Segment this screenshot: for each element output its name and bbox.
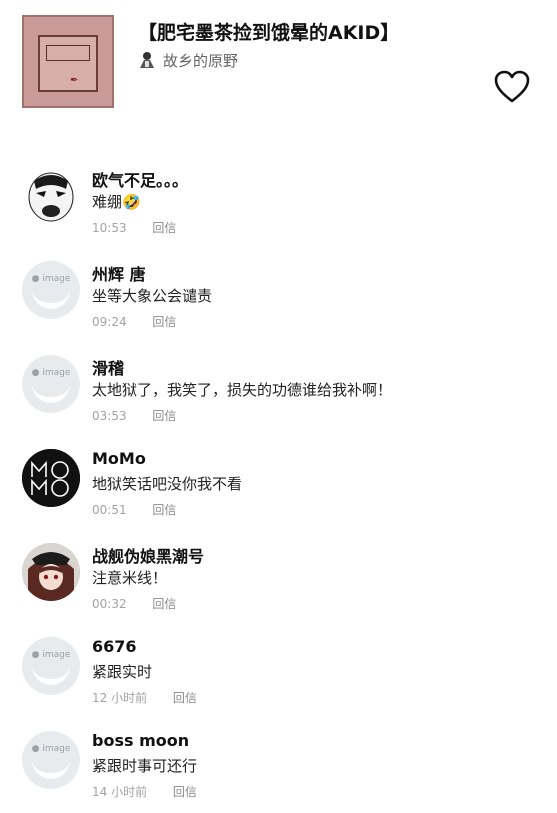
comment-item: ● image 6676 紧跟实时 12 小时前 回信 <box>0 625 557 719</box>
placeholder-smile-shape <box>32 369 70 403</box>
comment-text: 坐等大象公会谴责 <box>92 287 213 305</box>
avatar-placeholder[interactable]: ● image <box>22 637 80 695</box>
quill-icon: ✒ <box>70 75 79 86</box>
placeholder-smile-shape <box>32 745 70 779</box>
comment-meta: 00:51 回信 <box>92 501 176 518</box>
comment-time: 00:32 <box>92 597 127 611</box>
reply-button[interactable]: 回信 <box>152 503 176 517</box>
comment-text: 地狱笑话吧没你我不看 <box>92 475 243 493</box>
cover-frame: ✒ <box>38 35 98 92</box>
cover-text-band <box>46 45 90 61</box>
comment-item: 欧气不足。。。 难绷🤣 10:53 回信 <box>0 155 557 249</box>
comment-time: 14 小时前 <box>92 785 148 799</box>
comment-username[interactable]: 6676 <box>92 637 137 656</box>
reply-button[interactable]: 回信 <box>152 409 176 423</box>
comment-meta: 09:24 回信 <box>92 313 176 330</box>
reply-button[interactable]: 回信 <box>152 597 176 611</box>
song-header: ✒ 【肥宅墨茶捡到饿晕的AKID】 故乡的原野 <box>0 0 557 120</box>
comment-meta: 14 小时前 回信 <box>92 783 197 800</box>
artist-row[interactable]: 故乡的原野 <box>138 49 238 71</box>
comment-meta: 03:53 回信 <box>92 407 176 424</box>
comment-username[interactable]: MoMo <box>92 449 146 468</box>
comment-meta: 12 小时前 回信 <box>92 689 197 706</box>
avatar-placeholder[interactable]: ● image <box>22 731 80 789</box>
reply-button[interactable]: 回信 <box>152 315 176 329</box>
artist-avatar-icon <box>140 52 154 68</box>
comment-text: 注意米线！ <box>92 569 168 587</box>
reply-button[interactable]: 回信 <box>173 691 197 705</box>
avatar-placeholder[interactable]: ● image <box>22 355 80 413</box>
avatar[interactable] <box>22 543 80 601</box>
song-title[interactable]: 【肥宅墨茶捡到饿晕的AKID】 <box>138 18 399 45</box>
comment-item: MoMo 地狱笑话吧没你我不看 00:51 回信 <box>0 437 557 531</box>
comment-item: ● image 州辉 唐 坐等大象公会谴责 09:24 回信 <box>0 249 557 343</box>
comment-text: 紧跟时事可还行 <box>92 757 198 775</box>
comment-item: ● image 滑稽 太地狱了，我笑了，损失的功德谁给我补啊！ 03:53 回信 <box>0 343 557 437</box>
avatar-placeholder[interactable]: ● image <box>22 261 80 319</box>
comment-time: 03:53 <box>92 409 127 423</box>
comment-meta: 10:53 回信 <box>92 219 176 236</box>
avatar[interactable] <box>22 449 80 507</box>
comment-time: 09:24 <box>92 315 127 329</box>
comment-username[interactable]: boss moon <box>92 731 189 750</box>
comment-time: 00:51 <box>92 503 127 517</box>
comment-username[interactable]: 州辉 唐 <box>92 261 146 285</box>
comment-username[interactable]: 滑稽 <box>92 355 124 379</box>
reply-button[interactable]: 回信 <box>152 221 176 235</box>
placeholder-smile-shape <box>32 275 70 309</box>
momo-logo-avatar-icon <box>22 449 80 507</box>
comment-time: 12 小时前 <box>92 691 148 705</box>
comment-text-body: 难绷 <box>92 193 123 211</box>
comment-item: ● image boss moon 紧跟时事可还行 14 小时前 回信 <box>0 719 557 813</box>
meme-face-avatar-icon <box>28 172 74 222</box>
comment-text: 太地狱了，我笑了，损失的功德谁给我补啊！ <box>92 381 393 399</box>
anime-girl-avatar-icon <box>22 543 80 601</box>
artist-name[interactable]: 故乡的原野 <box>163 50 238 71</box>
reply-button[interactable]: 回信 <box>173 785 197 799</box>
laughing-emoji-icon: 🤣 <box>122 193 141 211</box>
comment-item: 战舰伪娘黑潮号 注意米线！ 00:32 回信 <box>0 531 557 625</box>
heart-icon[interactable] <box>494 70 530 104</box>
comment-username[interactable]: 欧气不足。。。 <box>92 167 188 191</box>
placeholder-smile-shape <box>32 651 70 685</box>
comment-text: 难绷🤣 <box>92 191 141 212</box>
comment-text: 紧跟实时 <box>92 663 153 681</box>
album-cover[interactable]: ✒ <box>22 15 114 108</box>
comment-meta: 00:32 回信 <box>92 595 176 612</box>
avatar[interactable] <box>22 167 80 225</box>
comment-time: 10:53 <box>92 221 127 235</box>
comment-username[interactable]: 战舰伪娘黑潮号 <box>92 543 204 567</box>
